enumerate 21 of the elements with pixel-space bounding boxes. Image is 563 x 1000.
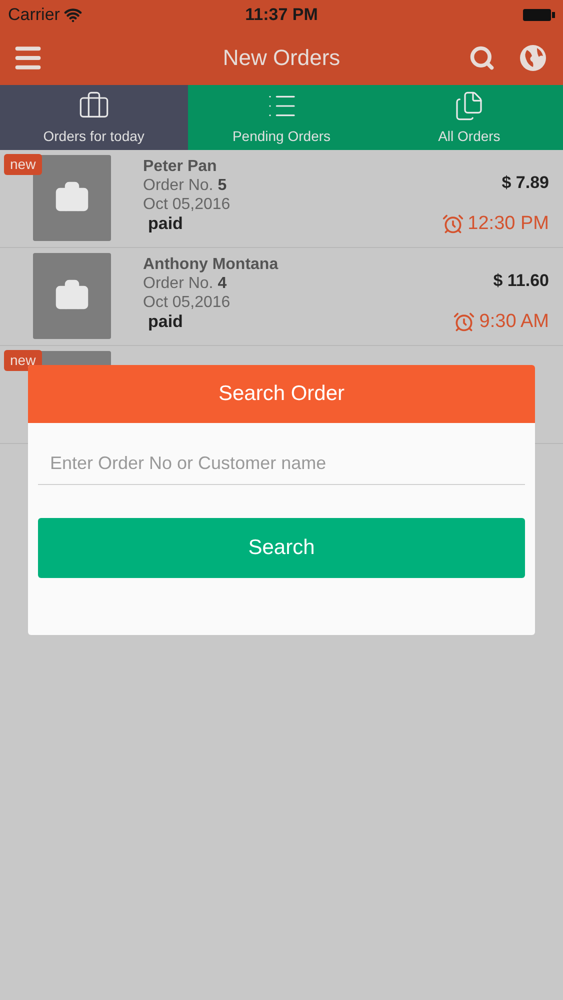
order-price: $ 11.60 [493,270,549,292]
customer-name: Anthony Montana [143,255,278,274]
new-badge: new [4,154,42,175]
order-number: Order No. 4 [143,274,228,293]
screen-title: New Orders [222,44,340,72]
search-field[interactable]: Enter Order No or Customer name [38,443,525,485]
order-date: Oct 05,2016 [143,195,230,214]
order-time: 12:30 PM [442,210,549,238]
carrier-label: Carrier [8,4,60,26]
order-row[interactable]: Anthony Montana Order No. 4 Oct 05,2016 paid $ 11.60 9:30 AM [0,248,563,346]
customer-name: Peter Pan [143,157,218,176]
clock-time: 11:37 PM [245,4,318,26]
tab[interactable]: Orders for today [0,85,188,150]
payment-status: paid [148,214,184,233]
payment-status: paid [148,312,184,331]
order-date: Oct 05,2016 [143,293,232,312]
order-time: 9:30 AM [453,308,549,336]
order-price: $ 7.89 [502,172,549,194]
order-number: Order No. 5 [143,176,228,195]
order-row[interactable]: new Peter Pan Order No. 5 Oct 05,2016 paid $ 7.89 12:30 PM [0,150,563,248]
dialog-title: Search Order [218,381,345,408]
